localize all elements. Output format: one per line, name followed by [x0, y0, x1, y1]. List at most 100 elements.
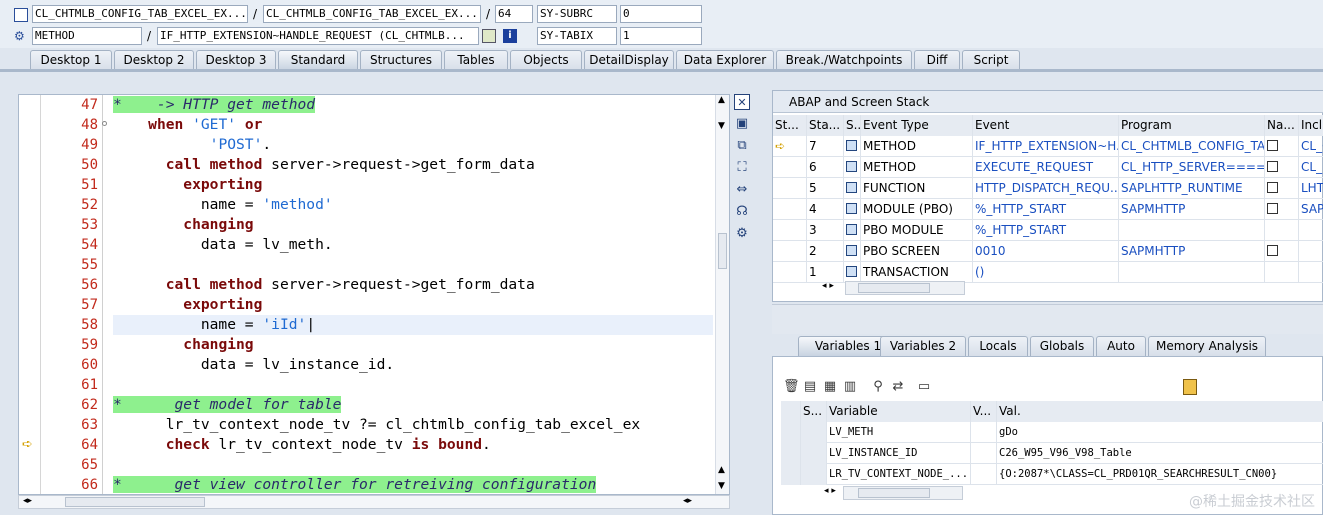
- variable-value[interactable]: C26_W95_V96_V98_Table: [997, 443, 1323, 464]
- event-name[interactable]: %_HTTP_START: [973, 199, 1119, 220]
- scroll-up-icon[interactable]: ▼: [718, 121, 725, 131]
- code-line[interactable]: 'POST'.: [113, 135, 272, 155]
- variable-row[interactable]: LR_TV_CONTEXT_NODE_... {O:2087*\CLASS=CL_…: [781, 464, 1323, 485]
- scroll-left-icon[interactable]: ◂ ▸: [824, 486, 836, 496]
- document-icon[interactable]: [1267, 140, 1278, 151]
- details-icon[interactable]: ▦: [823, 379, 837, 395]
- program-name[interactable]: SAPMHTTP: [1119, 199, 1265, 220]
- hierarchy-icon[interactable]: ⚲: [871, 379, 885, 395]
- include-name[interactable]: CL_C: [1299, 136, 1323, 157]
- program-name[interactable]: SAPLHTTP_RUNTIME: [1119, 178, 1265, 199]
- program-name[interactable]: SAPMHTTP: [1119, 241, 1265, 262]
- editor-vertical-scrollbar[interactable]: ▲ ▼ ▲ ▼: [715, 95, 729, 494]
- event-name[interactable]: HTTP_DISPATCH_REQU...: [973, 178, 1119, 199]
- tab-memory-analysis[interactable]: Memory Analysis: [1148, 336, 1266, 356]
- scroll-down-icon[interactable]: ▼: [718, 481, 725, 491]
- document-icon[interactable]: [1267, 161, 1278, 172]
- event-name[interactable]: %_HTTP_START: [973, 220, 1119, 241]
- scroll-up-icon[interactable]: ▲: [718, 95, 725, 105]
- variable-name[interactable]: LR_TV_CONTEXT_NODE_...: [827, 464, 971, 485]
- row-selector[interactable]: [781, 443, 801, 464]
- variable-name[interactable]: LV_INSTANCE_ID: [827, 443, 971, 464]
- tab-data-explorer[interactable]: Data Explorer: [676, 50, 774, 70]
- include-name[interactable]: LHTT: [1299, 178, 1323, 199]
- document-icon[interactable]: [1267, 245, 1278, 256]
- code-icon[interactable]: [482, 29, 496, 43]
- stack-row[interactable]: ➪ 7 METHOD IF_HTTP_EXTENSION~H... CL_CHTMLB_…: [773, 136, 1323, 157]
- resize-icon[interactable]: ⇔: [734, 182, 750, 198]
- breakpoint-gutter[interactable]: ➪: [19, 95, 41, 494]
- scroll-right-icon[interactable]: ◂▸: [683, 496, 692, 506]
- save-icon[interactable]: ▥: [843, 379, 857, 395]
- tools-icon[interactable]: ☊: [734, 204, 750, 220]
- row-selector[interactable]: [781, 464, 801, 485]
- editor-horizontal-scrollbar[interactable]: ◂▸ ◂▸: [18, 495, 730, 509]
- new-icon[interactable]: ▣: [734, 116, 750, 132]
- variable-row[interactable]: LV_INSTANCE_ID C26_W95_V96_V98_Table: [781, 443, 1323, 464]
- delete-icon[interactable]: 🗑: [783, 379, 800, 395]
- code-line[interactable]: data = lv_instance_id.: [113, 355, 394, 375]
- scroll-thumb[interactable]: [65, 497, 205, 507]
- include-name[interactable]: [1299, 220, 1323, 241]
- close-icon[interactable]: ✕: [734, 94, 750, 110]
- stack-horizontal-scrollbar[interactable]: ◂ ▸: [822, 281, 965, 295]
- scroll-left-icon[interactable]: ◂▸: [23, 496, 32, 506]
- copy-icon[interactable]: ⧉: [734, 138, 750, 154]
- tab-break-watchpoints[interactable]: Break./Watchpoints: [776, 50, 912, 70]
- code-line[interactable]: lr_tv_context_node_tv ?= cl_chtmlb_confi…: [113, 415, 640, 435]
- code-area[interactable]: * -> HTTP get method when 'GET' or 'POST…: [113, 95, 713, 494]
- tab-auto[interactable]: Auto: [1096, 336, 1146, 356]
- variables-horizontal-scrollbar[interactable]: ◂ ▸: [824, 486, 963, 500]
- document-icon[interactable]: [1267, 203, 1278, 214]
- save-icon[interactable]: [1183, 379, 1197, 395]
- code-line[interactable]: changing: [113, 215, 253, 235]
- include-name[interactable]: CL_H: [1299, 157, 1323, 178]
- include-name[interactable]: SAPM: [1299, 199, 1323, 220]
- code-line[interactable]: exporting: [113, 295, 262, 315]
- event-name[interactable]: EXECUTE_REQUEST: [973, 157, 1119, 178]
- scroll-thumb[interactable]: [718, 233, 727, 269]
- variable-value[interactable]: gDo: [997, 422, 1323, 443]
- program-name[interactable]: CL_HTTP_SERVER====...: [1119, 157, 1265, 178]
- tab-structures[interactable]: Structures: [360, 50, 442, 70]
- maximize-icon[interactable]: ⛶: [734, 160, 750, 176]
- row-selector[interactable]: [781, 422, 801, 443]
- stack-row[interactable]: 1 TRANSACTION(): [773, 262, 1323, 283]
- stack-row[interactable]: 5 FUNCTION HTTP_DISPATCH_REQU... SAPLHTTP_R…: [773, 178, 1323, 199]
- program-name[interactable]: [1119, 220, 1265, 241]
- tab-variables-2[interactable]: Variables 2: [880, 336, 966, 356]
- tab-standard[interactable]: Standard: [278, 50, 358, 70]
- event-type-field[interactable]: METHOD: [32, 27, 142, 45]
- fold-marker[interactable]: [102, 121, 107, 126]
- tab-desktop-2[interactable]: Desktop 2: [114, 50, 194, 70]
- program-name[interactable]: [1119, 262, 1265, 283]
- tab-desktop-3[interactable]: Desktop 3: [196, 50, 276, 70]
- settings-icon[interactable]: ⚙: [734, 226, 750, 242]
- stack-row[interactable]: 3 PBO MODULE %_HTTP_START: [773, 220, 1323, 241]
- line-field[interactable]: 64: [495, 5, 533, 23]
- tab-globals[interactable]: Globals: [1030, 336, 1094, 356]
- variable-name[interactable]: LV_METH: [827, 422, 971, 443]
- code-line[interactable]: call method server->request->get_form_da…: [113, 275, 535, 295]
- tab-objects[interactable]: Objects: [510, 50, 582, 70]
- event-name[interactable]: (): [973, 262, 1119, 283]
- program-field[interactable]: CL_CHTMLB_CONFIG_TAB_EXCEL_EX...: [32, 5, 248, 23]
- tab-locals[interactable]: Locals: [968, 336, 1028, 356]
- code-line[interactable]: when 'GET' or: [113, 115, 262, 135]
- scroll-left-icon[interactable]: ◂ ▸: [822, 281, 834, 291]
- code-line[interactable]: * get model for table: [113, 395, 342, 415]
- code-line[interactable]: exporting: [113, 175, 262, 195]
- document-icon[interactable]: [1267, 182, 1278, 193]
- scroll-up-icon[interactable]: ▲: [718, 465, 725, 475]
- stack-row[interactable]: 4 MODULE (PBO)%_HTTP_STARTSAPMHTTP SAPM: [773, 199, 1323, 220]
- program-name[interactable]: CL_CHTMLB_CONFIG_TA...: [1119, 136, 1265, 157]
- tab-desktop-1[interactable]: Desktop 1: [30, 50, 112, 70]
- tab-script[interactable]: Script: [962, 50, 1020, 70]
- code-line[interactable]: name = 'method': [113, 195, 333, 215]
- event-name[interactable]: 0010: [973, 241, 1119, 262]
- code-line[interactable]: name = 'iId'|: [113, 315, 713, 335]
- tab-tables[interactable]: Tables: [444, 50, 508, 70]
- variable-value[interactable]: {O:2087*\CLASS=CL_PRD01QR_SEARCHRESULT_C…: [997, 464, 1323, 485]
- code-line[interactable]: * get view controller for retreiving con…: [113, 475, 597, 494]
- code-line[interactable]: * -> HTTP get method: [113, 95, 316, 115]
